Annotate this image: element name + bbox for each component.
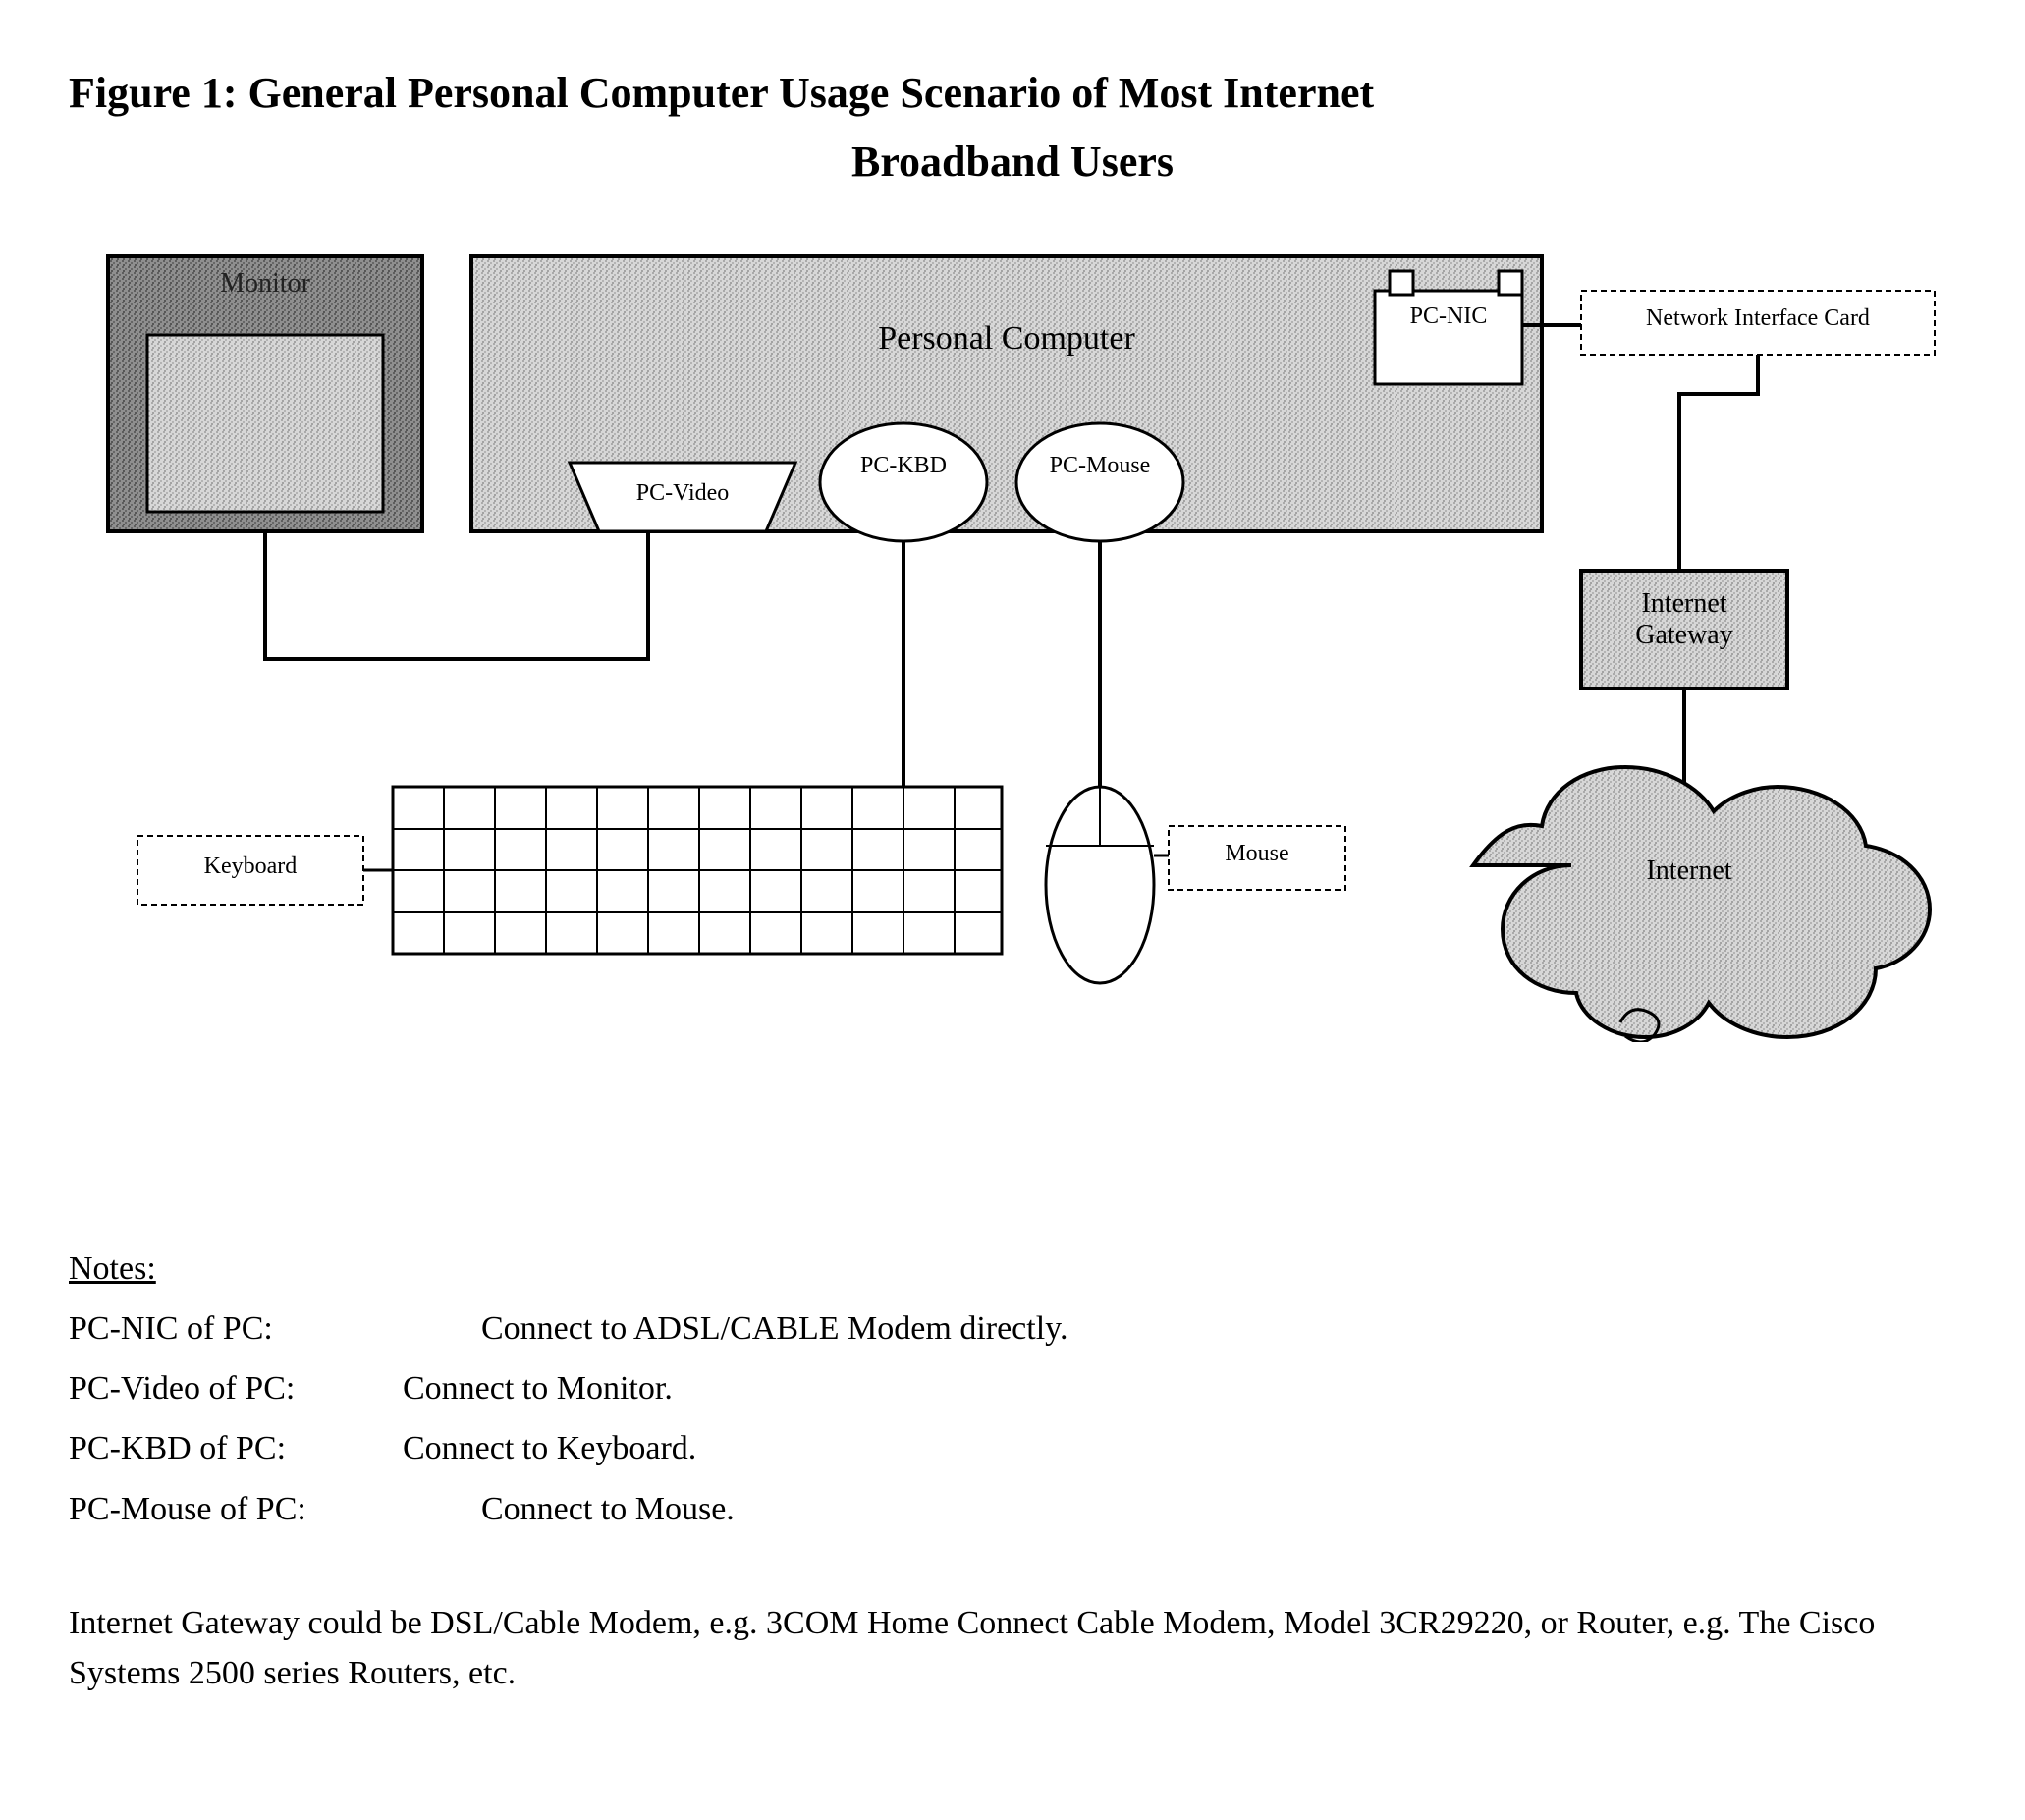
figure-title: Figure 1: General Personal Computer Usag… (69, 59, 1956, 197)
notes-header: Notes: (69, 1239, 1956, 1298)
note-row: PC-Video of PC:Connect to Monitor. (69, 1358, 1956, 1418)
keyboard-icon (393, 787, 1002, 954)
note-row: PC-Mouse of PC:Connect to Mouse. (69, 1479, 1956, 1539)
footer-text: Internet Gateway could be DSL/Cable Mode… (69, 1598, 1956, 1698)
note-value: Connect to ADSL/CABLE Modem directly. (481, 1298, 1067, 1358)
figure-title-line2: Broadband Users (69, 128, 1956, 196)
diagram-svg (69, 237, 1954, 1042)
diagram-canvas: Monitor Personal Computer PC-NIC Network… (69, 237, 1954, 1042)
notes-section: Notes: PC-NIC of PC:Connect to ADSL/CABL… (69, 1239, 1956, 1539)
figure-title-line1: Figure 1: General Personal Computer Usag… (69, 69, 1374, 117)
note-key: PC-Mouse of PC: (69, 1479, 481, 1539)
note-value: Connect to Monitor. (403, 1358, 673, 1418)
note-row: PC-NIC of PC:Connect to ADSL/CABLE Modem… (69, 1298, 1956, 1358)
note-value: Connect to Keyboard. (403, 1418, 696, 1478)
note-row: PC-KBD of PC:Connect to Keyboard. (69, 1418, 1956, 1478)
mouse-icon (1046, 787, 1154, 983)
note-key: PC-NIC of PC: (69, 1298, 481, 1358)
note-key: PC-Video of PC: (69, 1358, 403, 1418)
note-value: Connect to Mouse. (481, 1479, 735, 1539)
note-key: PC-KBD of PC: (69, 1418, 403, 1478)
